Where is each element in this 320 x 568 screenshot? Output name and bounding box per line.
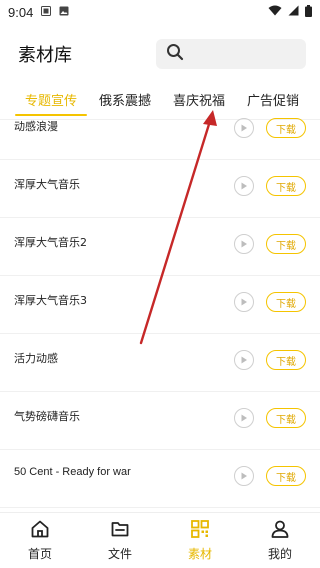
play-icon: [241, 124, 247, 132]
nav-profile[interactable]: 我的: [240, 513, 320, 568]
status-bar: 9:04: [0, 0, 320, 24]
play-icon: [241, 472, 247, 480]
notification-icon: [41, 5, 52, 19]
home-icon: [30, 519, 50, 542]
play-icon: [241, 182, 247, 190]
nav-files[interactable]: 文件: [80, 513, 160, 568]
item-title: 活力动感: [14, 352, 58, 365]
download-button[interactable]: 下载: [266, 292, 306, 312]
play-icon: [241, 356, 247, 364]
qr-grid-icon: [190, 519, 210, 542]
play-button[interactable]: [234, 350, 254, 370]
list-item: 浑厚大气音乐3 下载: [0, 276, 320, 334]
status-time: 9:04: [8, 4, 34, 20]
item-title: 动感浪漫: [14, 120, 58, 133]
profile-icon: [270, 519, 290, 542]
list-item: 50 Cent - Ready for war 下载: [0, 450, 320, 508]
download-button[interactable]: 下载: [266, 350, 306, 370]
item-title: 气势磅礴音乐: [14, 410, 80, 423]
nav-materials-label: 素材: [187, 547, 212, 561]
list-item: 气势磅礴音乐 下载: [0, 392, 320, 450]
item-title: 浑厚大气音乐2: [14, 236, 87, 249]
bottom-nav: 首页 文件 素材 我的: [0, 512, 320, 568]
wifi-icon: [268, 5, 282, 19]
play-button[interactable]: [234, 466, 254, 486]
item-title: 50 Cent - Ready for war: [14, 466, 131, 478]
page-title: 素材库: [18, 45, 72, 66]
download-button[interactable]: 下载: [266, 234, 306, 254]
tab-zhuanti[interactable]: 专题宣传: [14, 90, 88, 116]
list-item: 浑厚大气音乐2 下载: [0, 218, 320, 276]
signal-icon: [288, 5, 299, 19]
play-button[interactable]: [234, 176, 254, 196]
play-icon: [241, 298, 247, 306]
list-item: 动感浪漫 下载: [0, 112, 320, 160]
play-button[interactable]: [234, 292, 254, 312]
play-button[interactable]: [234, 408, 254, 428]
nav-home-label: 首页: [27, 547, 52, 561]
play-icon: [241, 240, 247, 248]
folder-icon: [110, 519, 130, 542]
list-item: 浑厚大气音乐 下载: [0, 160, 320, 218]
play-icon: [241, 414, 247, 422]
download-button[interactable]: 下载: [266, 118, 306, 138]
item-title: 浑厚大气音乐3: [14, 294, 87, 307]
download-button[interactable]: 下载: [266, 466, 306, 486]
nav-materials[interactable]: 素材: [160, 513, 240, 568]
play-button[interactable]: [234, 234, 254, 254]
download-button[interactable]: 下载: [266, 408, 306, 428]
search-icon: [166, 43, 184, 65]
download-button[interactable]: 下载: [266, 176, 306, 196]
list-item: 活力动感 下载: [0, 334, 320, 392]
battery-icon: [305, 4, 312, 20]
nav-home[interactable]: 首页: [0, 513, 80, 568]
tab-ezhen[interactable]: 俄系震撼: [99, 90, 151, 113]
nav-profile-label: 我的: [267, 547, 292, 561]
tab-xiqing[interactable]: 喜庆祝福: [173, 90, 225, 113]
image-icon: [59, 5, 69, 19]
tab-guanggao[interactable]: 广告促销: [247, 90, 299, 113]
search-input[interactable]: [156, 39, 306, 69]
item-title: 浑厚大气音乐: [14, 178, 80, 191]
header: 素材库: [0, 24, 320, 84]
play-button[interactable]: [234, 118, 254, 138]
nav-files-label: 文件: [107, 547, 132, 561]
